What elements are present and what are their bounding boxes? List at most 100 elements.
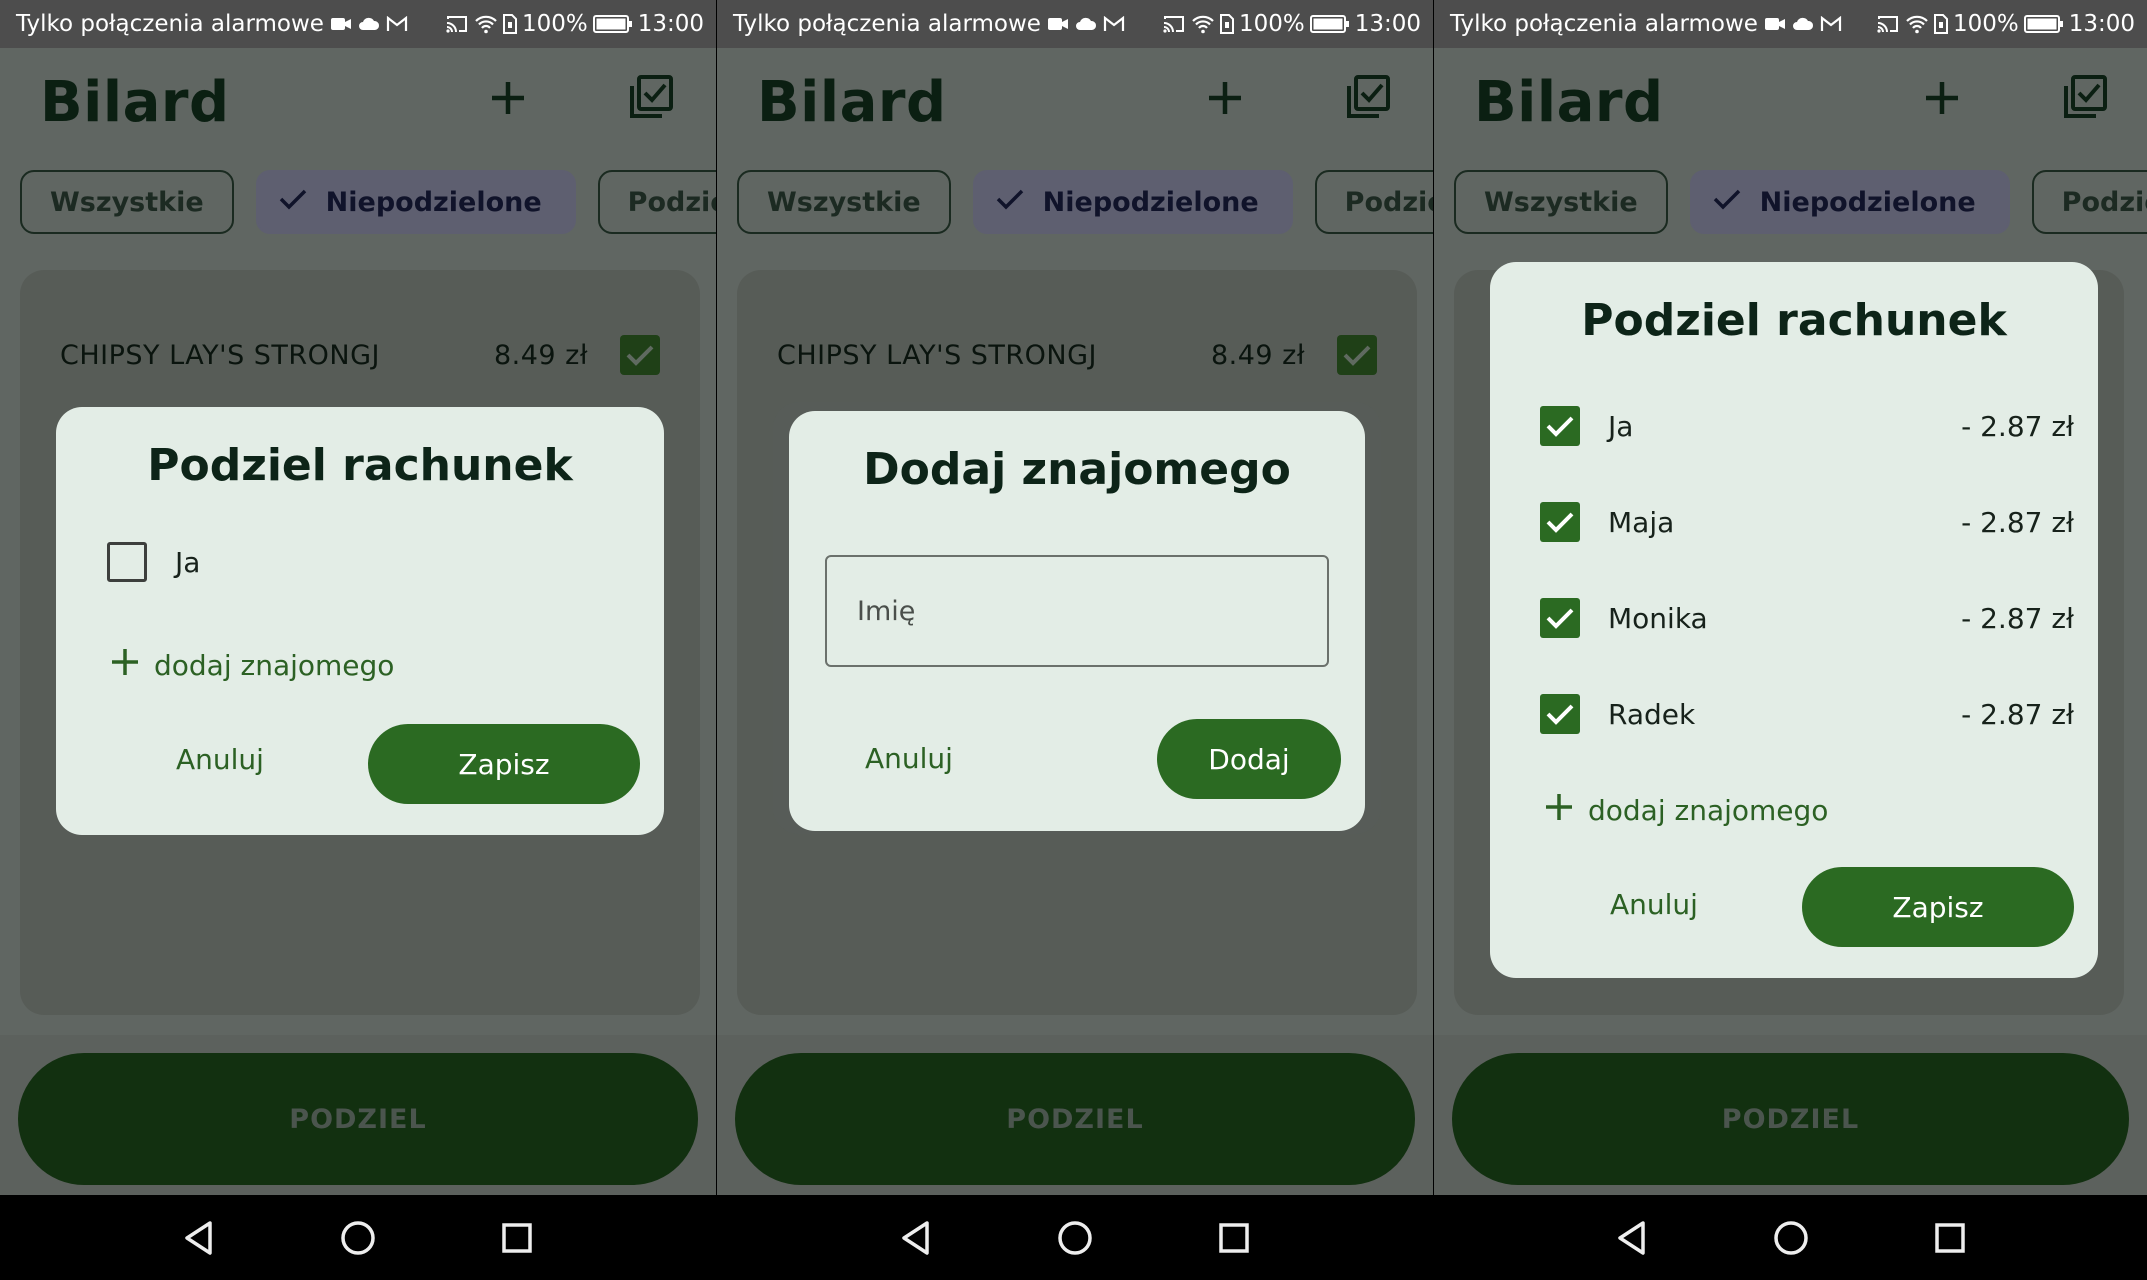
friend-row[interactable]: Monika - 2.87 zł [1540,588,2074,648]
add-button[interactable]: Dodaj [1157,719,1341,799]
filter-chips: Wszystkie Niepodzielone Podzielone [737,170,1433,234]
cancel-button[interactable]: Anuluj [176,743,264,776]
chip-unsplit[interactable]: Niepodzielone [1689,170,2010,234]
battery-percent: 100% [1238,11,1305,37]
nav-bar [0,1195,716,1280]
item-price: 8.49 zł [1210,339,1305,371]
nav-bar [717,1195,1433,1280]
item-checkbox[interactable] [620,335,660,375]
back-icon[interactable] [177,1216,221,1260]
friend-checkbox[interactable] [1540,694,1580,734]
item-price: 8.49 zł [493,339,588,371]
status-bar: Tylko połączenia alarmowe 100% 13:00 [0,0,716,48]
video-icon [1047,15,1069,33]
home-icon[interactable] [336,1216,380,1260]
gmail-icon [1820,16,1842,32]
split-button[interactable]: PODZIEL [735,1053,1415,1185]
save-button[interactable]: Zapisz [368,724,640,804]
select-all-icon[interactable] [2056,70,2112,126]
add-friend-button[interactable]: dodaj znajomego [1544,792,1828,829]
friend-row[interactable]: Ja [107,532,640,592]
chip-all[interactable]: Wszystkie [20,170,234,234]
chip-label: Niepodzielone [325,186,542,218]
friend-name: Ja [175,545,201,579]
friend-checkbox[interactable] [107,542,147,582]
cancel-button[interactable]: Anuluj [1610,888,1698,921]
battery-icon [592,14,633,34]
cancel-button[interactable]: Anuluj [865,742,953,775]
plus-icon [1544,792,1574,829]
chip-unsplit[interactable]: Niepodzielone [972,170,1293,234]
friend-row[interactable]: Maja - 2.87 zł [1540,492,2074,552]
dialog-title: Dodaj znajomego [863,444,1291,495]
select-all-icon[interactable] [622,70,678,126]
list-item[interactable]: CHIPSY LAY'S STRONGJ 8.49 zł [777,330,1377,380]
friend-row[interactable]: Ja - 2.87 zł [1540,396,2074,456]
add-icon[interactable] [480,70,536,126]
friend-name: Radek [1608,697,1696,731]
chip-all[interactable]: Wszystkie [737,170,951,234]
chip-split[interactable]: Podzielone [597,170,716,234]
battery-percent: 100% [1952,11,2019,37]
check-icon [995,187,1025,218]
list-item[interactable]: CHIPSY LAY'S STRONGJ 8.49 zł [60,330,660,380]
recents-icon[interactable] [1928,1216,1972,1260]
check-icon [1712,187,1742,218]
home-icon[interactable] [1053,1216,1097,1260]
cloud-icon [1075,16,1097,32]
carrier-text: Tylko połączenia alarmowe [1450,11,1758,37]
status-bar: Tylko połączenia alarmowe 100% 13:00 [717,0,1433,48]
cast-icon [1162,14,1186,34]
add-friend-dialog: Dodaj znajomego Imię Anuluj Dodaj [789,411,1365,831]
friend-amount: - 2.87 zł [1961,697,2074,731]
friend-checkbox[interactable] [1540,598,1580,638]
carrier-text: Tylko połączenia alarmowe [733,11,1041,37]
chip-split[interactable]: Podzielone [2031,170,2147,234]
split-button[interactable]: PODZIEL [1452,1053,2129,1185]
recents-icon[interactable] [495,1216,539,1260]
sim-icon [502,14,517,34]
friend-checkbox[interactable] [1540,502,1580,542]
clock: 13:00 [637,11,704,37]
wifi-icon [1191,14,1215,34]
item-checkbox[interactable] [1337,335,1377,375]
add-friend-label: dodaj znajomego [154,649,395,682]
video-icon [1764,15,1786,33]
check-icon [278,187,308,218]
save-button[interactable]: Zapisz [1802,867,2074,947]
cloud-icon [1792,16,1814,32]
chip-split[interactable]: Podzielone [1314,170,1433,234]
cloud-icon [358,16,380,32]
select-all-icon[interactable] [1339,70,1395,126]
add-icon[interactable] [1914,70,1970,126]
friend-checkbox[interactable] [1540,406,1580,446]
nav-bar [1434,1195,2147,1280]
item-name: CHIPSY LAY'S STRONGJ [60,339,381,371]
friend-row[interactable]: Radek - 2.87 zł [1540,684,2074,744]
app-title: Bilard [40,70,230,135]
split-button[interactable]: PODZIEL [18,1053,698,1185]
app-title: Bilard [1474,70,1664,135]
plus-icon [110,647,140,684]
item-name: CHIPSY LAY'S STRONGJ [777,339,1098,371]
dialog-title: Podziel rachunek [1581,295,2007,346]
gmail-icon [386,16,408,32]
cast-icon [445,14,469,34]
chip-all[interactable]: Wszystkie [1454,170,1668,234]
clock: 13:00 [1354,11,1421,37]
chip-label: Niepodzielone [1759,186,1976,218]
add-friend-button[interactable]: dodaj znajomego [110,647,394,684]
name-input[interactable]: Imię [825,555,1329,667]
split-bill-dialog: Podziel rachunek Ja - 2.87 zł Maja - 2.8… [1490,262,2098,978]
back-icon[interactable] [1610,1216,1654,1260]
home-icon[interactable] [1769,1216,1813,1260]
video-icon [330,15,352,33]
add-friend-label: dodaj znajomego [1588,794,1829,827]
recents-icon[interactable] [1212,1216,1256,1260]
gmail-icon [1103,16,1125,32]
status-bar: Tylko połączenia alarmowe 100% 13:00 [1434,0,2147,48]
sim-icon [1219,14,1234,34]
add-icon[interactable] [1197,70,1253,126]
back-icon[interactable] [894,1216,938,1260]
chip-unsplit[interactable]: Niepodzielone [255,170,576,234]
